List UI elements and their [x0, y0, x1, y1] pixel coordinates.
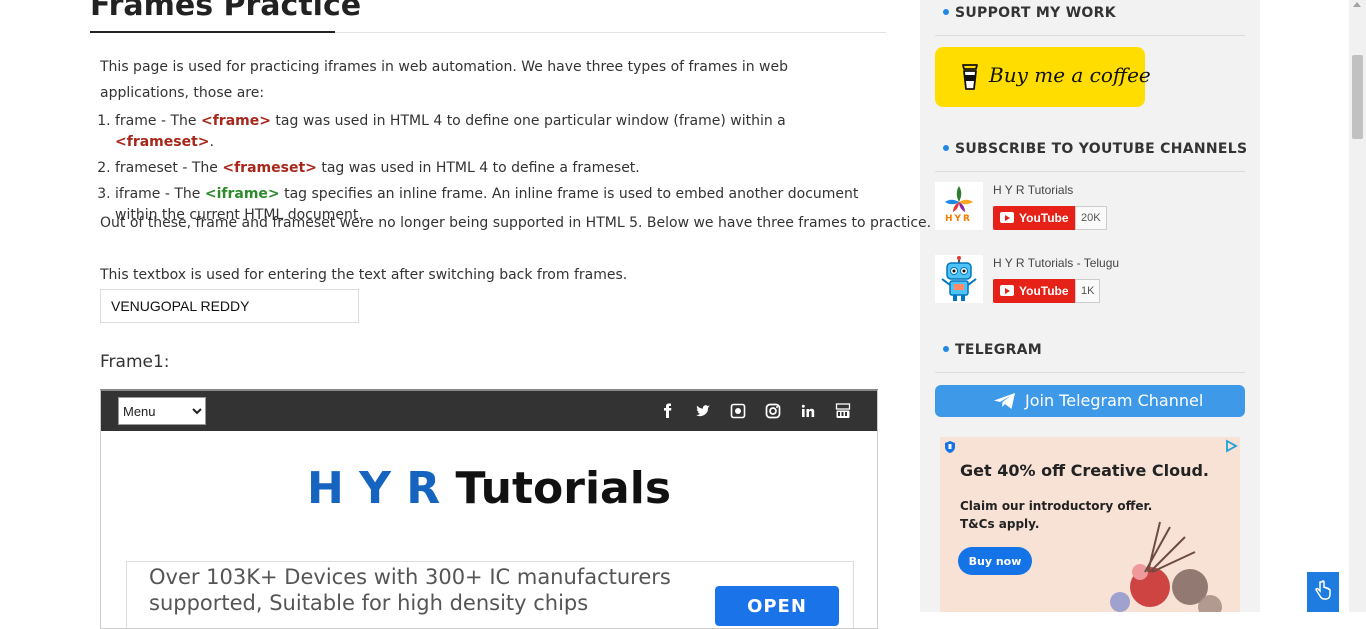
channel-name[interactable]: H Y R Tutorials - Telugu: [993, 256, 1119, 270]
subscriber-count: 20K: [1075, 206, 1107, 230]
linkedin-icon[interactable]: [799, 402, 817, 420]
hyr-channel-avatar[interactable]: HYR: [935, 182, 983, 230]
avatar-text: HYR: [945, 214, 972, 224]
subscribe-heading-text: SUBSCRIBE TO YOUTUBE CHANNELS: [955, 141, 1248, 157]
youtube-play-icon: [1000, 285, 1014, 296]
intro-paragraph: This page is used for practicing iframes…: [100, 59, 788, 101]
frameset-tag: <frameset>: [222, 160, 317, 176]
buy-me-a-coffee-button[interactable]: Buy me a coffee: [935, 47, 1151, 107]
subscribe-heading: SUBSCRIBE TO YOUTUBE CHANNELS: [943, 141, 1247, 157]
frame-ad-banner[interactable]: Over 103K+ Devices with 300+ IC manufact…: [126, 561, 854, 628]
ad-buy-now-button[interactable]: Buy now: [958, 547, 1032, 575]
list-item-text: .: [209, 134, 214, 150]
name-textbox[interactable]: [100, 289, 359, 323]
adchoices-icon[interactable]: [1224, 439, 1238, 453]
list-item: frame - The <frame> tag was used in HTML…: [115, 111, 885, 153]
ad-text: Over 103K+ Devices with 300+ IC manufact…: [149, 565, 671, 615]
twitter-icon[interactable]: [694, 402, 712, 420]
list-item: frameset - The <frameset> tag was used i…: [115, 158, 885, 179]
ad-shield-icon: [945, 441, 955, 453]
widget-divider: [935, 35, 1245, 36]
ad-artwork-image: [1110, 521, 1222, 612]
brand-hyr: H Y R: [306, 463, 441, 514]
coffee-cup-icon: [962, 64, 978, 90]
list-item-text: iframe - The: [115, 186, 205, 202]
title-underline: [90, 31, 335, 33]
textbox-caption: This textbox is used for entering the te…: [100, 267, 628, 283]
telegram-heading: TELEGRAM: [943, 342, 1042, 358]
youtube-subscribe-button[interactable]: YouTube: [993, 279, 1075, 303]
support-heading-text: SUPPORT MY WORK: [955, 5, 1116, 21]
coffee-label: Buy me a coffee: [989, 63, 1151, 87]
facebook-icon[interactable]: [659, 402, 677, 420]
hyr-tutorials-brand: H Y R Tutorials: [101, 463, 877, 514]
title-divider: [335, 32, 886, 33]
support-heading: SUPPORT MY WORK: [943, 5, 1116, 21]
telegram-button-label: Join Telegram Channel: [1025, 391, 1204, 410]
page-title: Frames Practice: [90, 0, 362, 23]
list-item-text: frame - The: [115, 113, 201, 129]
scrollbar-thumb[interactable]: [1352, 55, 1363, 139]
list-item-text: tag was used in HTML 4 to define one par…: [270, 113, 786, 129]
hyr-telugu-channel-avatar[interactable]: [935, 255, 983, 303]
robot-icon: [941, 256, 977, 301]
frame-navbar: Menu: [101, 391, 877, 431]
iframe-tag: <iframe>: [204, 186, 280, 202]
accessibility-button[interactable]: [1307, 572, 1339, 612]
frameset-tag: <frameset>: [115, 134, 210, 150]
channel-name[interactable]: H Y R Tutorials: [993, 183, 1073, 197]
page-scrollbar[interactable]: [1349, 0, 1366, 612]
telegram-plane-icon: [994, 393, 1015, 409]
youtube-play-icon: [1000, 212, 1014, 223]
subscriber-count: 1K: [1075, 279, 1101, 303]
ad-open-button[interactable]: OPEN: [715, 586, 839, 626]
frame1-iframe[interactable]: Menu H Y R Tutorials Over 103K+ Devices …: [100, 389, 878, 629]
bullet-icon: [943, 145, 949, 151]
bullet-icon: [943, 9, 949, 15]
youtube-icon[interactable]: [834, 402, 852, 420]
list-item-text: tag was used in HTML 4 to define a frame…: [316, 160, 640, 176]
menu-dropdown[interactable]: Menu: [118, 397, 206, 425]
scroll-up-icon[interactable]: [1353, 2, 1361, 7]
youtube-button-label: YouTube: [1019, 284, 1069, 298]
brand-tutorials: Tutorials: [455, 463, 672, 514]
frame-tag: <frame>: [200, 113, 271, 129]
youtube-button-label: YouTube: [1019, 211, 1069, 225]
widget-divider: [935, 372, 1245, 373]
widget-divider: [935, 171, 1245, 172]
outro-paragraph: Out of these, frame and frameset were no…: [100, 215, 932, 231]
frame1-label: Frame1:: [100, 352, 170, 372]
youtube-subscribe-button[interactable]: YouTube: [993, 206, 1075, 230]
ad-headline: Get 40% off Creative Cloud.: [960, 461, 1209, 480]
hand-pointer-icon: [1315, 579, 1331, 600]
telegram-heading-text: TELEGRAM: [955, 342, 1043, 358]
bullet-icon: [943, 346, 949, 352]
creative-cloud-ad[interactable]: Get 40% off Creative Cloud. Claim our in…: [940, 437, 1240, 612]
list-item-text: frameset - The: [115, 160, 223, 176]
github-icon[interactable]: [729, 402, 747, 420]
join-telegram-button[interactable]: Join Telegram Channel: [935, 385, 1245, 417]
instagram-icon[interactable]: [764, 402, 782, 420]
